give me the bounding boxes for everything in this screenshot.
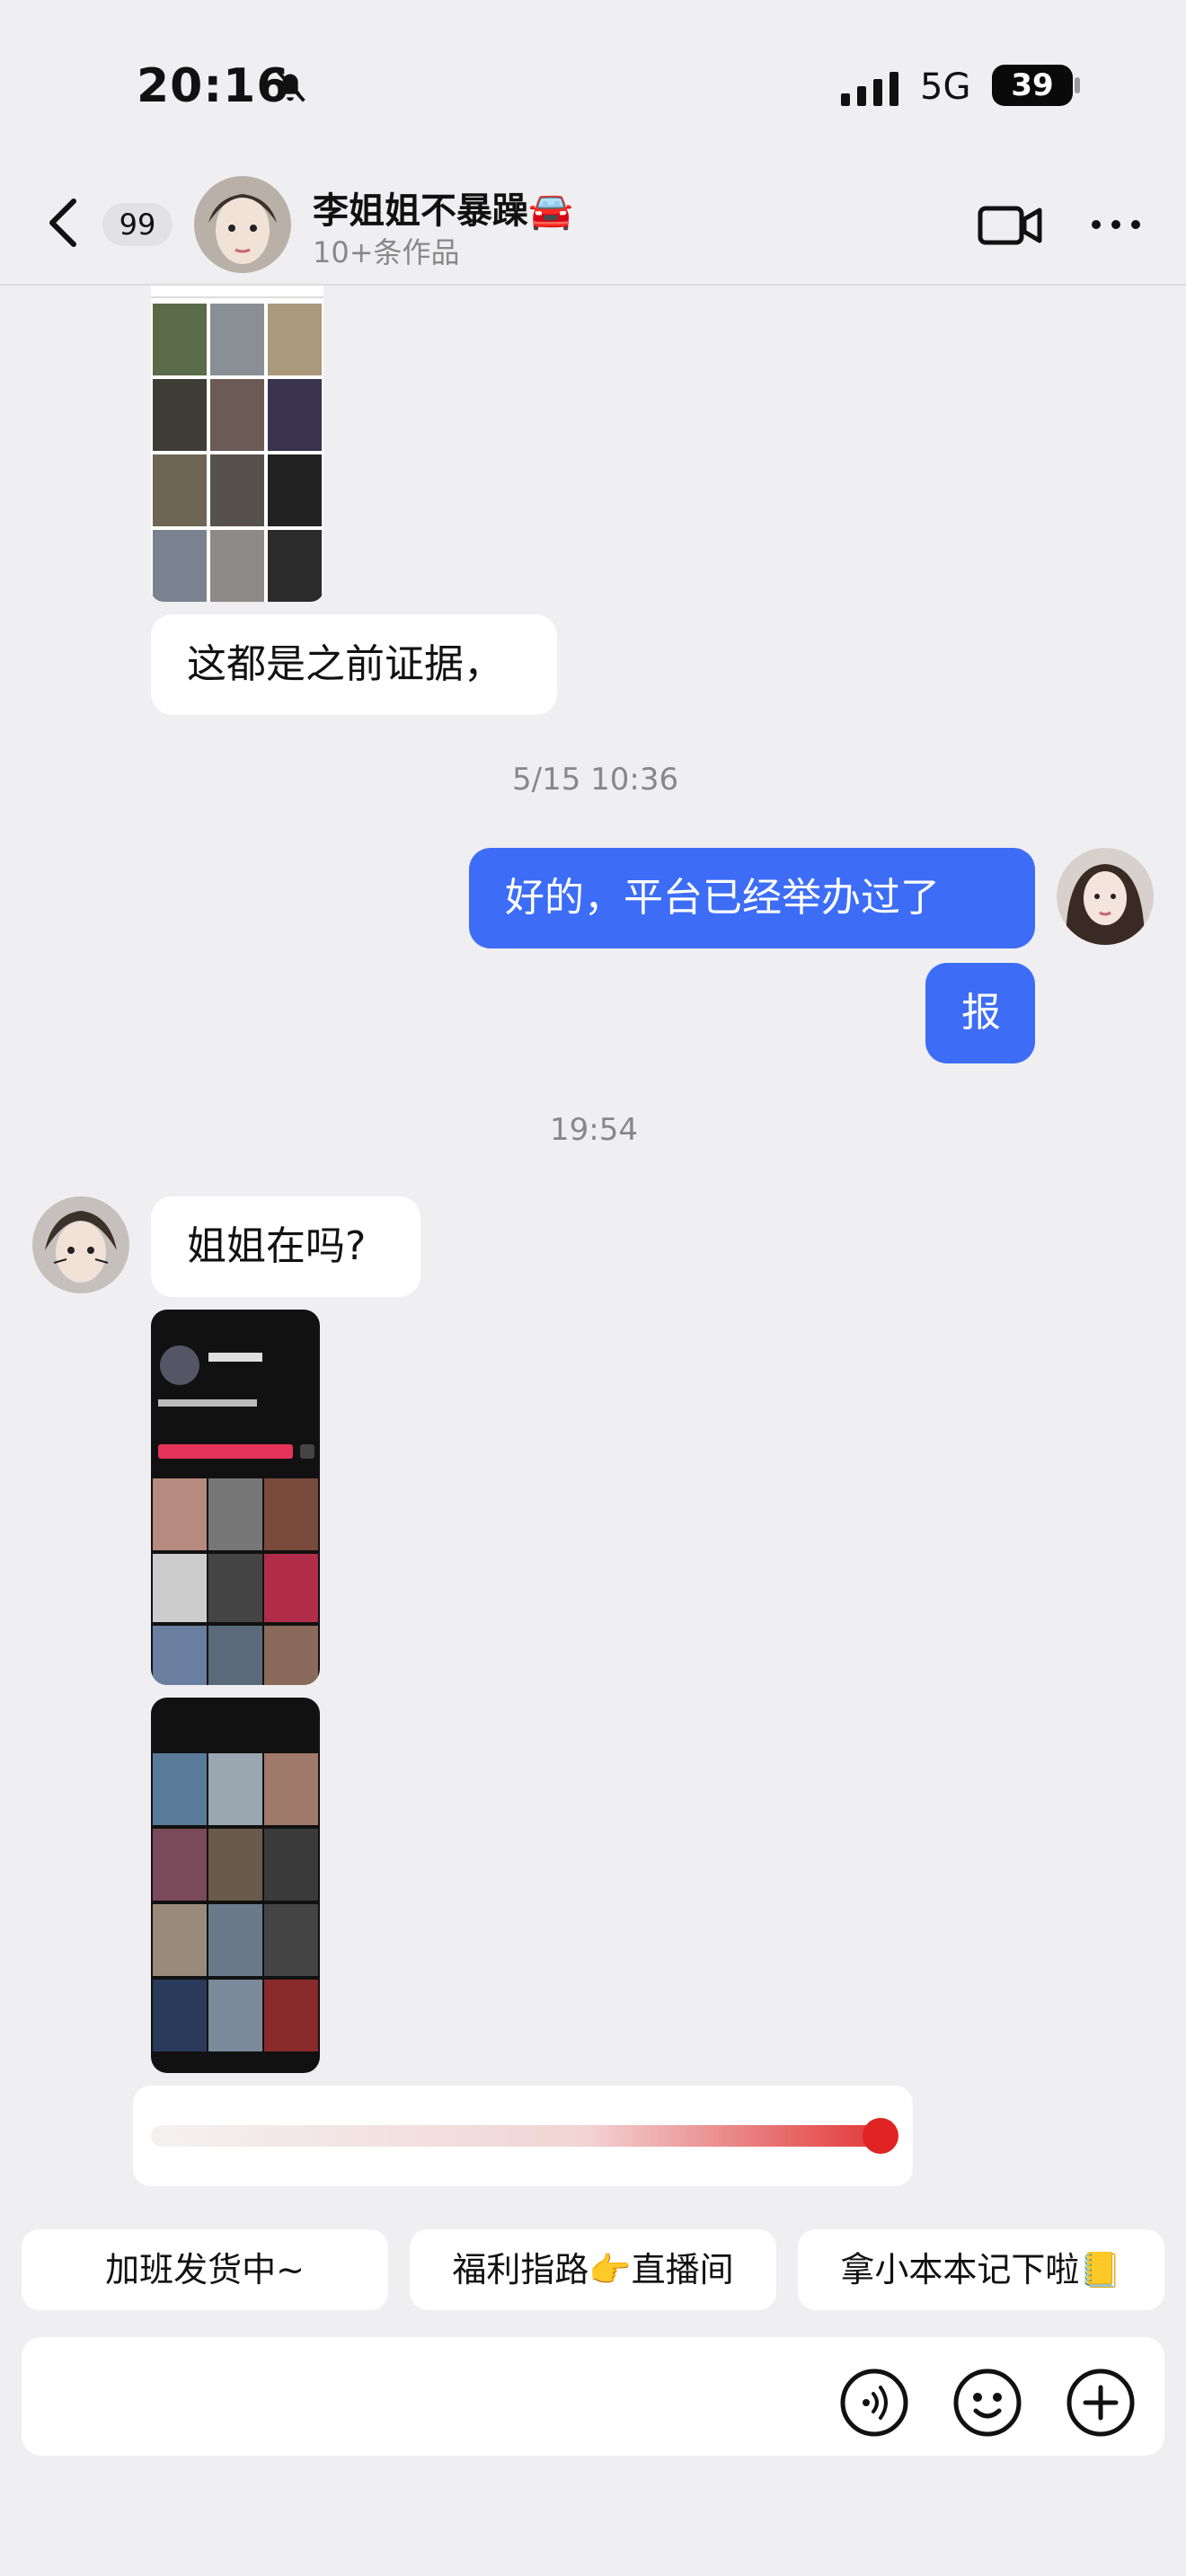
redaction-dot: [863, 2118, 898, 2154]
plus-icon[interactable]: [1066, 2368, 1136, 2438]
image-message-2[interactable]: [151, 1310, 320, 1685]
chat-header: 99 李姐姐不暴躁🚘 10+条作品: [0, 171, 1186, 286]
redaction-blur: [151, 2125, 877, 2147]
message-bubble-outgoing[interactable]: 好的，平台已经举办过了: [469, 848, 1035, 948]
back-chevron-icon[interactable]: [43, 196, 83, 250]
network-type: 5G: [920, 66, 971, 108]
bell-muted-icon: [275, 68, 305, 102]
video-call-icon[interactable]: [978, 203, 1042, 248]
message-bubble-outgoing[interactable]: 报: [925, 963, 1035, 1063]
redacted-message-bubble[interactable]: [133, 2086, 913, 2186]
battery-indicator: 39: [992, 65, 1073, 106]
contact-subtitle[interactable]: 10+条作品: [313, 230, 460, 271]
unread-count-badge[interactable]: 99: [102, 203, 173, 246]
signal-icon: [841, 72, 898, 106]
quick-reply-3[interactable]: 拿小本本记下啦📒: [798, 2229, 1164, 2310]
quick-reply-2[interactable]: 福利指路👉直播间: [410, 2229, 776, 2310]
timestamp: 5/15 10:36: [512, 762, 679, 798]
image-message-3[interactable]: [151, 1698, 320, 2073]
emoji-icon[interactable]: [952, 2368, 1022, 2438]
message-bubble-incoming[interactable]: 这都是之前证据，: [151, 614, 557, 715]
contact-avatar-small[interactable]: [32, 1196, 129, 1293]
voice-input-icon[interactable]: [839, 2368, 909, 2438]
message-composer[interactable]: [22, 2337, 1164, 2456]
image-message-1[interactable]: [151, 286, 323, 602]
message-input[interactable]: [40, 2355, 830, 2438]
battery-tip: [1075, 77, 1080, 93]
contact-name[interactable]: 李姐姐不暴躁🚘: [313, 181, 573, 234]
quick-reply-1[interactable]: 加班发货中~: [22, 2229, 388, 2310]
more-options-icon[interactable]: [1089, 216, 1143, 234]
my-avatar[interactable]: [1057, 848, 1154, 945]
message-bubble-incoming[interactable]: 姐姐在吗?: [151, 1196, 420, 1297]
status-time: 20:16: [137, 59, 290, 113]
status-bar: 20:16 5G 39: [0, 0, 1186, 171]
contact-avatar[interactable]: [194, 176, 291, 273]
timestamp: 19:54: [550, 1112, 638, 1148]
